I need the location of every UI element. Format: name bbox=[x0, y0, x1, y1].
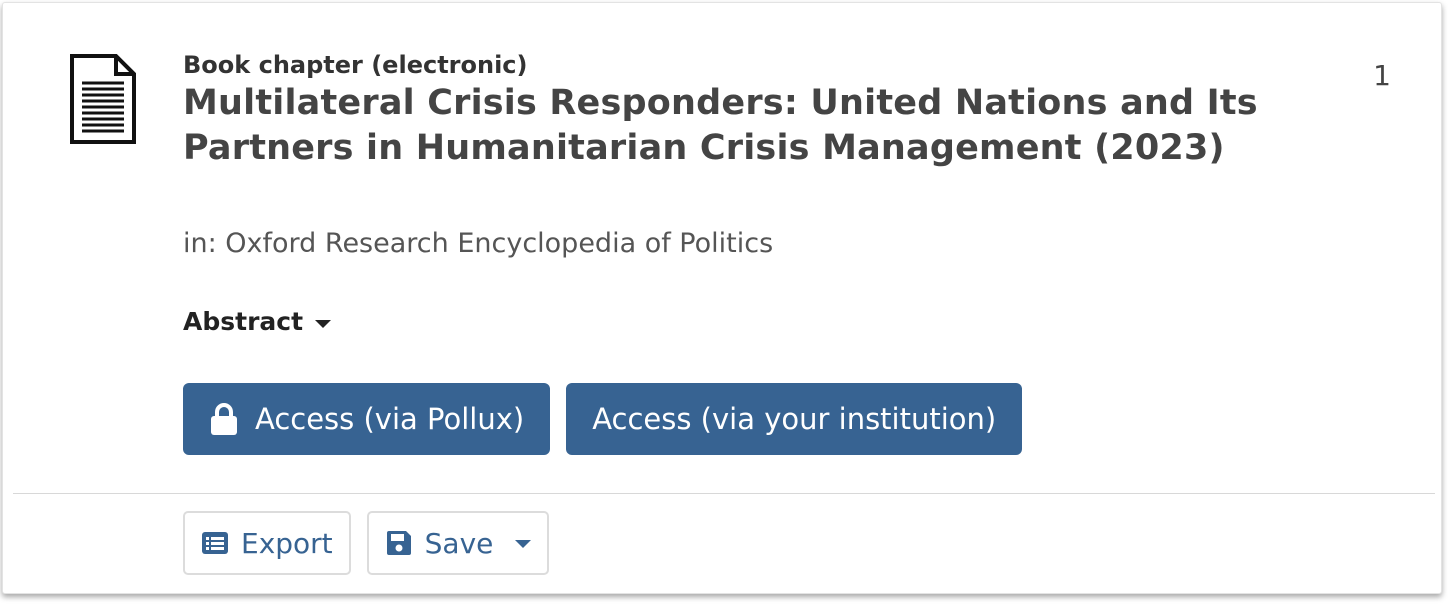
access-institution-button[interactable]: Access (via your institution) bbox=[566, 383, 1023, 455]
access-buttons: Access (via Pollux) Access (via your ins… bbox=[183, 383, 1023, 455]
result-actions: Export Save bbox=[183, 511, 550, 575]
abstract-toggle[interactable]: Abstract bbox=[183, 305, 332, 339]
search-result-card: 1 Book chapter (electronic) Multilateral… bbox=[2, 2, 1442, 594]
lock-icon bbox=[209, 402, 239, 436]
save-button[interactable]: Save bbox=[366, 511, 550, 575]
abstract-label: Abstract bbox=[183, 307, 304, 336]
access-pollux-label: Access (via Pollux) bbox=[255, 402, 525, 436]
result-content: Book chapter (electronic) Multilateral C… bbox=[183, 49, 1313, 339]
container-title: in: Oxford Research Encyclopedia of Poli… bbox=[183, 228, 774, 259]
floppy-disk-icon bbox=[385, 529, 413, 557]
list-icon bbox=[201, 529, 229, 557]
result-number: 1 bbox=[1373, 59, 1391, 92]
chevron-down-icon bbox=[515, 540, 532, 548]
caret-down-icon bbox=[315, 320, 332, 328]
divider bbox=[13, 493, 1435, 494]
access-pollux-button[interactable]: Access (via Pollux) bbox=[183, 383, 551, 455]
result-title[interactable]: Multilateral Crisis Responders: United N… bbox=[183, 81, 1313, 171]
document-icon bbox=[69, 53, 137, 145]
publication-type-label: Book chapter (electronic) bbox=[183, 51, 528, 79]
save-label: Save bbox=[424, 526, 494, 560]
export-label: Export bbox=[241, 526, 333, 560]
export-button[interactable]: Export bbox=[183, 511, 351, 575]
access-institution-label: Access (via your institution) bbox=[592, 402, 997, 436]
